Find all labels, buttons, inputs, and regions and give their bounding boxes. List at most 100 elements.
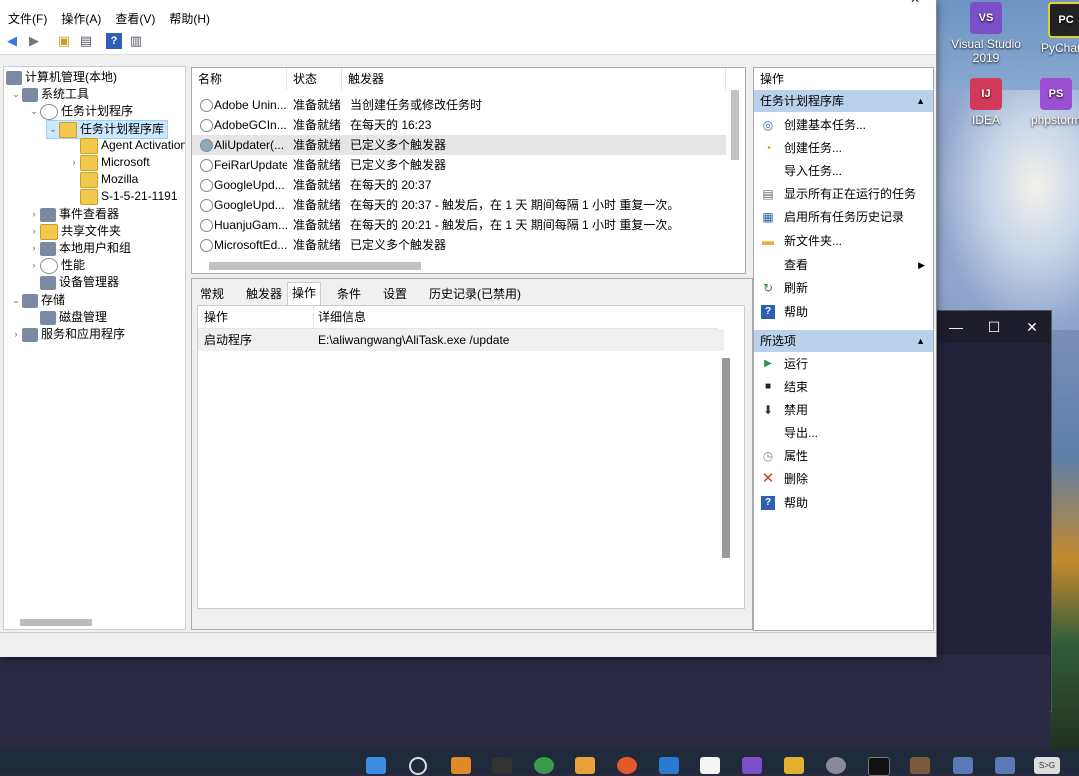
vertical-scrollbar[interactable] (731, 90, 739, 160)
tree-item-agent-activation[interactable]: Agent Activation (68, 137, 185, 154)
computer-management-icon[interactable] (953, 757, 973, 774)
tree-item-system-tools[interactable]: ⌄ 系统工具 (10, 86, 89, 103)
minimize-button[interactable]: — (937, 319, 975, 335)
tree-item-storage[interactable]: ⌄ 存储 (10, 292, 65, 309)
tree-item-disk-management[interactable]: 磁盘管理 (28, 309, 107, 326)
action-enable-history[interactable]: ▦ 启用所有任务历史记录 (754, 206, 933, 228)
show-hide-tree-icon[interactable]: ▤ (78, 33, 94, 49)
tree-item-shared-folders[interactable]: › 共享文件夹 (28, 223, 121, 240)
chevron-right-icon[interactable]: › (28, 240, 40, 257)
collapse-up-icon[interactable]: ▲ (916, 90, 925, 112)
desktop-icon-idea[interactable]: IJ IDEA (950, 78, 1022, 127)
tree-item-services-apps[interactable]: › 服务和应用程序 (10, 326, 125, 343)
action-create-basic-task[interactable]: ◎ 创建基本任务... (754, 114, 933, 136)
computer-management-icon[interactable] (995, 757, 1015, 774)
vertical-scrollbar[interactable] (722, 358, 730, 558)
chevron-down-icon[interactable]: ⌄ (10, 86, 22, 103)
background-window[interactable]: — ☐ ✕ (936, 310, 1052, 712)
typora-icon[interactable] (700, 757, 720, 774)
action-help-selected[interactable]: ? 帮助 (754, 492, 933, 514)
action-run[interactable]: ▶ 运行 (754, 353, 933, 375)
tray-icon[interactable]: S>G (1034, 757, 1060, 774)
close-button[interactable]: ✕ (1013, 319, 1051, 336)
column-header-name[interactable]: 名称 (192, 68, 287, 90)
action-show-running-tasks[interactable]: ▤ 显示所有正在运行的任务 (754, 183, 933, 205)
tree-item-device-manager[interactable]: 设备管理器 (28, 274, 119, 291)
table-row[interactable]: 启动程序 E:\aliwangwang\AliTask.exe /update (198, 329, 724, 351)
back-arrow-icon[interactable]: ◀ (4, 33, 20, 49)
chevron-right-icon[interactable]: › (28, 206, 40, 223)
terminal-icon[interactable] (492, 757, 512, 774)
app-icon[interactable] (910, 757, 930, 774)
action-help[interactable]: ? 帮助 (754, 301, 933, 323)
action-export[interactable]: 导出... (754, 422, 933, 444)
tree-item-computer-management[interactable]: 计算机管理(本地) (6, 69, 117, 86)
section-selected-item[interactable]: 所选项 ▲ (754, 330, 933, 352)
desktop-icon-phpstorm[interactable]: PS phpstorm (1020, 78, 1079, 127)
forward-arrow-icon[interactable]: ▶ (26, 33, 42, 49)
action-disable[interactable]: ⬇ 禁用 (754, 399, 933, 421)
desktop-icon-visual-studio[interactable]: VS Visual Studio 2019 (950, 2, 1022, 65)
action-end[interactable]: ■ 结束 (754, 376, 933, 398)
chevron-right-icon[interactable]: › (68, 154, 80, 171)
help-icon[interactable]: ? (106, 33, 122, 49)
action-properties[interactable]: ◷ 属性 (754, 445, 933, 467)
tree-item-task-scheduler[interactable]: ⌄ 任务计划程序 (28, 103, 133, 120)
action-create-task[interactable]: ◔ 创建任务... (754, 137, 933, 159)
table-row[interactable]: Adobe Unin... 准备就绪 当创建任务或修改任务时 (192, 95, 726, 115)
tree-item-microsoft[interactable]: › Microsoft (68, 154, 150, 171)
menu-view[interactable]: 查看(V) (115, 10, 155, 27)
tab-history[interactable]: 历史记录(已禁用) (425, 284, 525, 304)
up-folder-icon[interactable]: ▣ (56, 33, 72, 49)
table-row-selected[interactable]: AliUpdater(... 准备就绪 已定义多个触发器 (192, 135, 726, 155)
tab-general[interactable]: 常规 (196, 284, 228, 304)
action-import-task[interactable]: 导入任务... (754, 160, 933, 182)
show-action-pane-icon[interactable]: ▥ (128, 33, 144, 49)
table-row[interactable]: GoogleUpd... 准备就绪 在每天的 20:37 - 触发后，在 1 天… (192, 195, 726, 215)
chevron-down-icon[interactable]: ⌄ (47, 121, 59, 138)
collapse-up-icon[interactable]: ▲ (916, 330, 925, 352)
console-icon[interactable] (868, 757, 890, 776)
chevron-right-icon[interactable]: › (10, 326, 22, 343)
table-row[interactable]: GoogleUpd... 准备就绪 在每天的 20:37 (192, 175, 726, 195)
tree-item-local-users[interactable]: › 本地用户和组 (28, 240, 131, 257)
action-new-folder[interactable]: ▬ 新文件夹... (754, 230, 933, 252)
action-view[interactable]: 查看 ▶ (754, 254, 933, 276)
chevron-right-icon[interactable]: › (28, 257, 40, 274)
menu-help[interactable]: 帮助(H) (169, 10, 210, 27)
table-row[interactable]: AdobeGCIn... 准备就绪 在每天的 16:23 (192, 115, 726, 135)
tab-settings[interactable]: 设置 (379, 284, 411, 304)
tree-item-mozilla[interactable]: Mozilla (68, 171, 138, 188)
app-icon[interactable] (826, 757, 846, 774)
firefox-icon[interactable] (617, 757, 637, 774)
action-delete[interactable]: ✕ 删除 (754, 468, 933, 490)
tab-conditions[interactable]: 条件 (333, 284, 365, 304)
task-view-icon[interactable] (451, 757, 471, 774)
chevron-down-icon[interactable]: ⌄ (10, 292, 22, 309)
file-explorer-icon[interactable] (784, 757, 804, 774)
horizontal-scrollbar[interactable] (20, 619, 92, 626)
column-header-details[interactable]: 详细信息 (318, 306, 366, 328)
chevron-down-icon[interactable]: ⌄ (28, 103, 40, 120)
section-task-scheduler-library[interactable]: 任务计划程序库 ▲ (754, 90, 933, 112)
visual-studio-icon[interactable] (742, 757, 762, 774)
close-button[interactable]: ✕ (910, 0, 920, 6)
column-header-trigger[interactable]: 触发器 (342, 68, 726, 90)
search-icon[interactable] (409, 757, 427, 775)
tree-item-event-viewer[interactable]: › 事件查看器 (28, 206, 119, 223)
tab-triggers[interactable]: 触发器 (242, 284, 286, 304)
desktop-icon-pycharm[interactable]: PC PyCharm (1030, 2, 1079, 55)
app-icon[interactable] (659, 757, 679, 774)
app-icon[interactable] (575, 757, 595, 774)
menu-action[interactable]: 操作(A) (61, 10, 101, 27)
table-row[interactable]: FeiRarUpdate 准备就绪 已定义多个触发器 (192, 155, 726, 175)
start-icon[interactable] (366, 757, 386, 774)
table-row[interactable]: MicrosoftEd... 准备就绪 已定义多个触发器 (192, 235, 726, 255)
horizontal-scrollbar[interactable] (209, 262, 421, 270)
tree-item-performance[interactable]: › 性能 (28, 257, 85, 274)
column-header-status[interactable]: 状态 (287, 68, 342, 90)
tree-item-sid-folder[interactable]: S-1-5-21-1191 (68, 188, 178, 205)
menu-file[interactable]: 文件(F) (8, 10, 47, 27)
column-header-action[interactable]: 操作 (204, 306, 228, 328)
chevron-right-icon[interactable]: › (28, 223, 40, 240)
